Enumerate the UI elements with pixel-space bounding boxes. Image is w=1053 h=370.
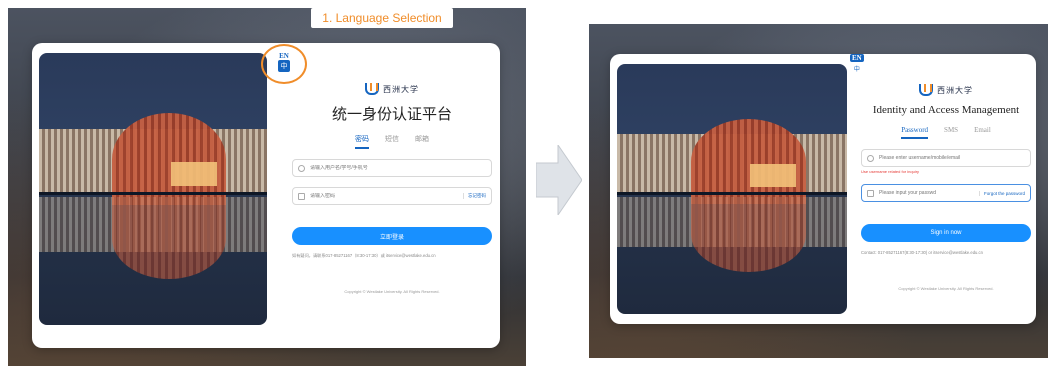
tab-sms[interactable]: SMS [944,126,958,139]
username-input[interactable] [879,155,1025,161]
password-field[interactable]: 忘记密码 [292,187,492,205]
university-logo: 西洲大学 [365,83,419,95]
arrow-right-icon [536,145,582,215]
copyright: Copyright © Westlake University. All Rig… [898,285,994,291]
user-icon [298,164,305,172]
login-tabs: Password SMS Email [901,126,991,139]
login-card: EN 中 西洲大学 Identity and Access Management… [610,54,1036,324]
tab-email[interactable]: Email [974,126,991,139]
lock-icon [867,189,874,197]
logo-icon [919,84,933,96]
callout-label: 1. Language Selection [311,8,453,28]
contact-info: Contact: 017-85271167(8:30-17:30) or its… [861,250,983,255]
university-logo: 西洲大学 [919,84,973,96]
login-tabs: 密码 短信 邮箱 [355,134,429,149]
login-form: 西洲大学 Identity and Access Management Pass… [861,84,1031,291]
tab-sms[interactable]: 短信 [385,134,399,149]
tab-password[interactable]: Password [901,126,929,139]
logo-icon [365,83,379,95]
page-title: 统一身份认证平台 [331,107,452,123]
password-input[interactable] [310,193,458,199]
after-screenshot: EN 中 西洲大学 Identity and Access Management… [589,24,1048,358]
login-card: EN 中 西洲大学 统一身份认证平台 密码 短信 邮箱 请输入用户名/学号/手机… [32,43,500,348]
username-input[interactable] [310,165,486,171]
sign-in-button[interactable]: 立即登录 [292,227,492,245]
username-field[interactable] [292,159,492,177]
page-title: Identity and Access Management [872,104,1020,116]
username-field[interactable] [861,149,1031,167]
sign-in-button[interactable]: Sign in now [861,224,1031,242]
language-highlight-ring [261,44,307,84]
lock-icon [298,192,305,200]
password-field[interactable]: Forgot the password [861,184,1031,202]
password-input[interactable] [879,190,974,196]
tab-email[interactable]: 邮箱 [415,134,429,149]
copyright: Copyright © Westlake University. All Rig… [344,288,440,294]
campus-photo [617,64,847,314]
language-toggle[interactable]: EN 中 [850,54,864,74]
username-error: Use username related for inquiry [861,169,920,174]
forgot-password-link[interactable]: 忘记密码 [463,193,486,199]
tab-password[interactable]: 密码 [355,134,369,149]
contact-info: 如有疑问，请联系017-85271167（8:30-17:30）或 itserv… [292,253,436,258]
user-icon [867,154,874,162]
logo-name: 西洲大学 [383,84,419,94]
lang-en-option[interactable]: EN [850,54,864,62]
lang-zh-option[interactable]: 中 [851,62,863,74]
forgot-password-link[interactable]: Forgot the password [978,190,1025,196]
logo-name: 西洲大学 [937,85,973,95]
login-form: 西洲大学 统一身份认证平台 密码 短信 邮箱 忘记密码 立即登录 如有疑问，请联… [292,83,492,294]
campus-photo [39,53,267,325]
